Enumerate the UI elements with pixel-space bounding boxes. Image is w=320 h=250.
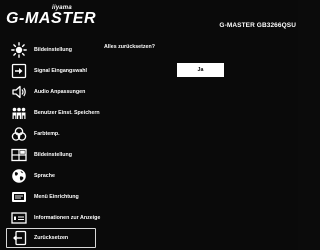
model-name: G-MASTER GB3266QSU: [219, 22, 296, 29]
sidebar-item-audio-anpassungen[interactable]: Audio Anpassungen: [6, 82, 96, 102]
brightness-icon: [10, 41, 28, 59]
sidebar-item-label: Bildeinstellung: [34, 47, 72, 53]
header: iiyama G-MASTER G-MASTER GB3266QSU: [0, 0, 298, 40]
display-info-icon: [10, 209, 28, 227]
sidebar-item-label: Zurücksetzen: [34, 235, 69, 241]
reset-icon: [10, 229, 28, 247]
sidebar-item-bildeinstellung[interactable]: Bildeinstellung: [6, 40, 96, 60]
sidebar-item-farbtemp[interactable]: Farbtemp.: [6, 124, 96, 144]
sidebar-item-label: Informationen zur Anzeige: [34, 215, 101, 221]
reset-dialog: Alles zurücksetzen? Ja: [98, 40, 296, 248]
sidebar-item-label: Benutzer Einst. Speichern: [34, 110, 100, 116]
sidebar-item-label: Farbtemp.: [34, 131, 60, 137]
globe-icon: [10, 167, 28, 185]
sidebar-item-bildeinstellung-2[interactable]: Bildeinstellung: [6, 145, 96, 165]
menu-setup-icon: [10, 188, 28, 206]
sidebar-item-benutzer-einst-speichern[interactable]: Benutzer Einst. Speichern: [6, 103, 100, 123]
yes-button[interactable]: Ja: [177, 63, 224, 77]
sidebar-item-label: Sprache: [34, 173, 55, 179]
color-temperature-icon: [10, 125, 28, 143]
sidebar-item-signal-eingangswahl[interactable]: Signal Eingangswahl: [6, 61, 96, 81]
sidebar: Bildeinstellung Signal Eingangswahl Audi…: [6, 40, 100, 248]
picture-adjust-icon: [10, 146, 28, 164]
osd-menu: iiyama G-MASTER G-MASTER GB3266QSU Bilde…: [0, 0, 298, 250]
brand-main-logo: G-MASTER: [6, 10, 97, 27]
sidebar-item-label: Audio Anpassungen: [34, 89, 86, 95]
reset-prompt: Alles zurücksetzen?: [104, 44, 155, 50]
sidebar-item-menu-einrichtung[interactable]: Menü Einrichtung: [6, 187, 96, 207]
sidebar-item-label: Menü Einrichtung: [34, 194, 79, 200]
sidebar-item-label: Signal Eingangswahl: [34, 68, 87, 74]
speaker-icon: [10, 83, 28, 101]
input-select-icon: [10, 62, 28, 80]
sidebar-item-zuruecksetzen[interactable]: Zurücksetzen: [6, 228, 96, 248]
sidebar-item-informationen-zur-anzeige[interactable]: Informationen zur Anzeige: [6, 208, 100, 228]
users-icon: [10, 104, 28, 122]
sidebar-item-sprache[interactable]: Sprache: [6, 166, 96, 186]
sidebar-item-label: Bildeinstellung: [34, 152, 72, 158]
